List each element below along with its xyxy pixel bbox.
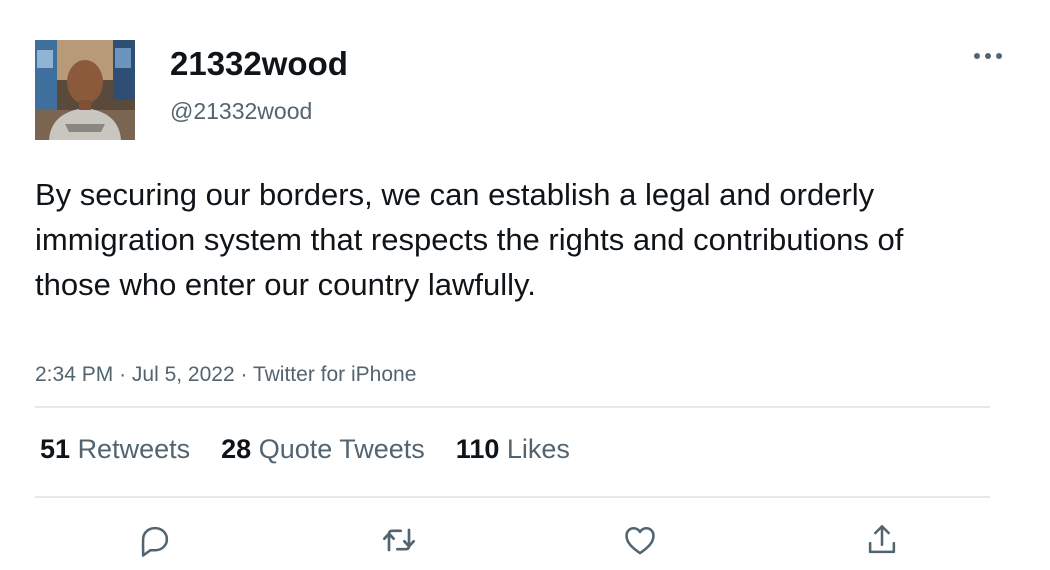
reply-button[interactable] xyxy=(133,518,177,562)
retweets-count: 51 xyxy=(40,434,71,464)
share-button[interactable] xyxy=(860,518,904,562)
quote-tweets-count: 28 xyxy=(221,434,252,464)
tweet-metadata: 2:34 PM · Jul 5, 2022 · Twitter for iPho… xyxy=(35,361,416,389)
meta-separator: · xyxy=(119,363,127,386)
more-options-button[interactable] xyxy=(966,42,1010,70)
more-horizontal-icon xyxy=(974,53,1002,59)
tweet-source[interactable]: Twitter for iPhone xyxy=(253,363,416,386)
tweet-time[interactable]: 2:34 PM xyxy=(35,363,113,386)
like-button[interactable] xyxy=(618,518,662,562)
likes-label: Likes xyxy=(506,434,570,464)
retweet-button[interactable] xyxy=(377,518,421,562)
quote-tweets-stat[interactable]: 28 Quote Tweets xyxy=(221,432,425,466)
retweets-label: Retweets xyxy=(77,434,191,464)
divider xyxy=(35,406,990,408)
likes-stat[interactable]: 110 Likes xyxy=(456,432,570,466)
tweet-text: By securing our borders, we can establis… xyxy=(35,177,904,302)
divider xyxy=(35,496,990,498)
likes-count: 110 xyxy=(455,434,500,464)
avatar-photo xyxy=(35,40,135,140)
heart-icon xyxy=(625,527,655,555)
meta-separator: · xyxy=(240,363,248,386)
avatar[interactable] xyxy=(35,40,135,140)
quote-tweets-label: Quote Tweets xyxy=(258,434,425,464)
retweets-stat[interactable]: 51 Retweets xyxy=(40,432,190,466)
reply-icon xyxy=(141,526,169,557)
retweet-icon xyxy=(383,528,415,552)
display-name[interactable]: 21332wood xyxy=(170,44,348,84)
share-icon xyxy=(868,525,896,554)
engagement-stats: 51 Retweets 28 Quote Tweets 110 Likes xyxy=(40,432,601,466)
tweet-date[interactable]: Jul 5, 2022 xyxy=(132,363,235,386)
user-handle[interactable]: @21332wood xyxy=(170,96,312,126)
